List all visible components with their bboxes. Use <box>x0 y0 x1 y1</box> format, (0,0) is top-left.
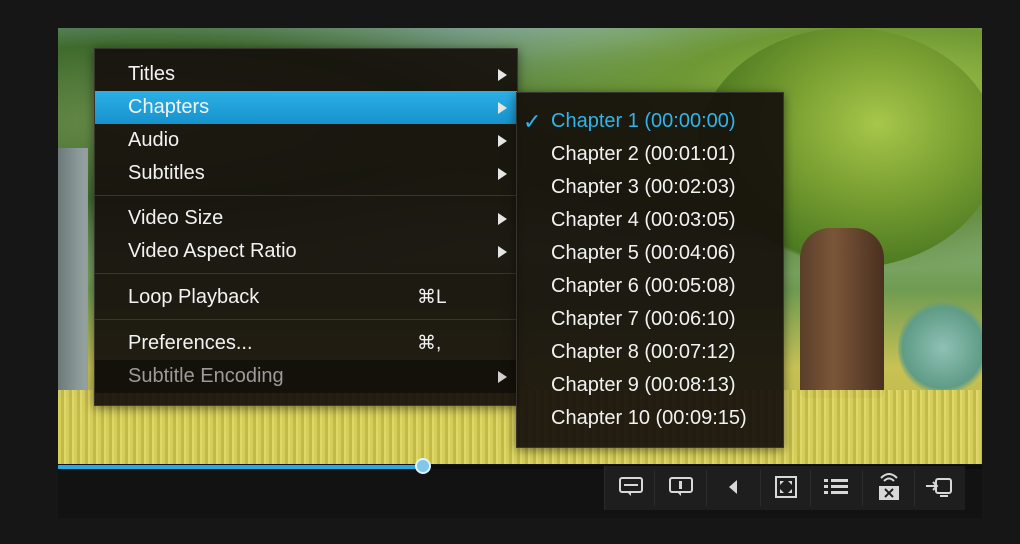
submenu-arrow-icon <box>498 69 507 81</box>
submenu-arrow-icon <box>498 246 507 258</box>
control-divider <box>810 470 811 506</box>
subtitles-button[interactable] <box>614 474 648 500</box>
chapter-label: Chapter 7 (00:06:10) <box>551 308 736 330</box>
menu-item-label: Loop Playback <box>128 286 260 308</box>
chapter-item-7[interactable]: Chapter 7 (00:06:10) <box>517 303 783 336</box>
chapter-label: Chapter 5 (00:04:06) <box>551 242 736 264</box>
menu-item-label: Titles <box>128 63 176 85</box>
submenu-arrow-icon <box>498 213 507 225</box>
progress-scrubber[interactable] <box>415 458 431 474</box>
chapter-label: Chapter 8 (00:07:12) <box>551 341 736 363</box>
audio-track-icon <box>669 477 693 496</box>
chapter-item-5[interactable]: Chapter 5 (00:04:06) <box>517 237 783 270</box>
subtitles-icon <box>619 477 643 496</box>
menu-item-subtitles[interactable]: Subtitles <box>95 157 517 190</box>
submenu-arrow-icon <box>498 102 507 114</box>
video-left-tree <box>58 148 88 398</box>
video-tree-trunk <box>800 228 884 398</box>
menu-item-shortcut: ⌘L <box>417 287 447 308</box>
fullscreen-icon <box>775 476 797 498</box>
video-bush <box>898 298 982 398</box>
chapter-label: Chapter 9 (00:08:13) <box>551 374 736 396</box>
chapter-label: Chapter 1 (00:00:00) <box>551 110 736 132</box>
control-divider <box>914 470 915 506</box>
menu-separator <box>95 195 517 196</box>
chapter-item-3[interactable]: Chapter 3 (00:02:03) <box>517 171 783 204</box>
chapter-item-9[interactable]: Chapter 9 (00:08:13) <box>517 369 783 402</box>
menu-item-video-aspect-ratio[interactable]: Video Aspect Ratio <box>95 235 517 268</box>
chapter-label: Chapter 10 (00:09:15) <box>551 407 747 429</box>
audio-track-button[interactable] <box>664 474 698 500</box>
menu-item-shortcut: ⌘, <box>417 333 442 354</box>
menu-item-label: Chapters <box>128 96 210 118</box>
control-divider <box>706 470 707 506</box>
chapter-item-1[interactable]: ✓ Chapter 1 (00:00:00) <box>517 105 783 138</box>
fullscreen-button[interactable] <box>769 474 803 500</box>
menu-separator <box>95 273 517 274</box>
menu-item-titles[interactable]: Titles <box>95 58 517 91</box>
menu-separator <box>95 319 517 320</box>
menu-item-chapters[interactable]: Chapters <box>95 91 517 124</box>
checkmark-icon: ✓ <box>523 109 542 134</box>
submenu-arrow-icon <box>498 135 507 147</box>
chapter-label: Chapter 3 (00:02:03) <box>551 176 736 198</box>
chapter-item-4[interactable]: Chapter 4 (00:03:05) <box>517 204 783 237</box>
menu-item-label: Subtitle Encoding <box>128 365 284 387</box>
chapter-item-6[interactable]: Chapter 6 (00:05:08) <box>517 270 783 303</box>
menu-item-label: Preferences... <box>128 332 253 354</box>
menu-item-preferences[interactable]: Preferences... ⌘, <box>95 327 517 360</box>
exit-button[interactable] <box>922 474 956 500</box>
menu-item-label: Video Aspect Ratio <box>128 240 297 262</box>
submenu-arrow-icon <box>498 371 507 383</box>
airplay-button[interactable] <box>872 470 906 502</box>
airplay-icon <box>879 473 899 500</box>
chapter-label: Chapter 2 (00:01:01) <box>551 143 736 165</box>
chapter-item-10[interactable]: Chapter 10 (00:09:15) <box>517 402 783 435</box>
control-divider <box>760 470 761 506</box>
menu-item-label: Audio <box>128 129 180 151</box>
chapter-item-2[interactable]: Chapter 2 (00:01:01) <box>517 138 783 171</box>
progress-fill <box>58 465 423 469</box>
playlist-button[interactable] <box>819 474 853 500</box>
menu-item-label: Subtitles <box>128 162 205 184</box>
menu-item-label: Video Size <box>128 207 224 229</box>
volume-button[interactable] <box>716 474 750 500</box>
context-menu: Titles Chapters Audio Subtitles Video Si… <box>94 48 518 406</box>
menu-item-subtitle-encoding[interactable]: Subtitle Encoding <box>95 360 517 393</box>
submenu-arrow-icon <box>498 168 507 180</box>
control-divider <box>654 470 655 506</box>
control-divider <box>862 470 863 506</box>
chapter-label: Chapter 6 (00:05:08) <box>551 275 736 297</box>
menu-item-video-size[interactable]: Video Size <box>95 202 517 235</box>
exit-icon <box>926 478 952 497</box>
playlist-icon <box>824 479 848 494</box>
menu-item-loop-playback[interactable]: Loop Playback ⌘L <box>95 281 517 314</box>
menu-item-audio[interactable]: Audio <box>95 124 517 157</box>
chapter-label: Chapter 4 (00:03:05) <box>551 209 736 231</box>
chapter-item-8[interactable]: Chapter 8 (00:07:12) <box>517 336 783 369</box>
chapters-submenu: ✓ Chapter 1 (00:00:00) Chapter 2 (00:01:… <box>516 92 784 448</box>
volume-icon <box>729 480 737 494</box>
